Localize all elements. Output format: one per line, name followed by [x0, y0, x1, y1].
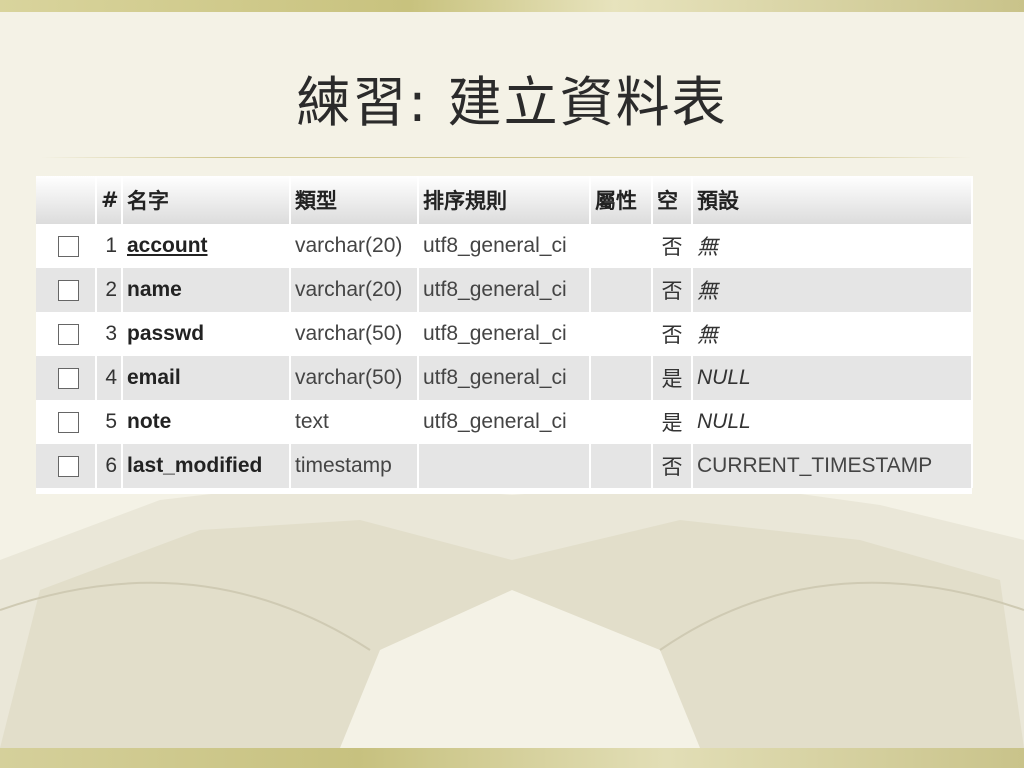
- structure-table: # 名字 類型 排序規則 屬性 空 預設 1 account varchar(2…: [36, 176, 973, 488]
- field-type: varchar(20): [290, 268, 419, 312]
- row-checkbox[interactable]: [58, 455, 79, 477]
- field-null: 否: [652, 312, 693, 356]
- field-attributes: [590, 312, 653, 356]
- field-null: 否: [652, 268, 693, 312]
- header-number: #: [96, 176, 123, 224]
- row-checkbox-cell: [36, 268, 97, 312]
- row-checkbox-cell: [36, 356, 97, 400]
- field-null: 否: [652, 224, 693, 268]
- structure-table-panel: # 名字 類型 排序規則 屬性 空 預設 1 account varchar(2…: [36, 176, 973, 494]
- field-type: varchar(50): [290, 356, 419, 400]
- field-null: 是: [652, 400, 693, 444]
- field-name-link[interactable]: account: [122, 224, 291, 268]
- row-checkbox-cell: [36, 312, 97, 356]
- map-background-decoration: [0, 480, 1024, 748]
- row-checkbox-cell: [36, 400, 97, 444]
- header-checkbox-col: [36, 176, 97, 224]
- title-divider: [40, 157, 972, 158]
- table-row: 5 note text utf8_general_ci 是 NULL: [36, 400, 973, 444]
- field-name: passwd: [122, 312, 291, 356]
- table-row: 1 account varchar(20) utf8_general_ci 否 …: [36, 224, 973, 268]
- field-null: 否: [652, 444, 693, 488]
- field-null: 是: [652, 356, 693, 400]
- field-collation: utf8_general_ci: [418, 224, 591, 268]
- field-default: 無: [692, 268, 973, 312]
- header-attributes[interactable]: 屬性: [590, 176, 653, 224]
- table-row: 2 name varchar(20) utf8_general_ci 否 無: [36, 268, 973, 312]
- header-collation[interactable]: 排序規則: [418, 176, 591, 224]
- field-name: email: [122, 356, 291, 400]
- slide-title: 練習: 建立資料表: [296, 71, 728, 134]
- row-number: 6: [96, 444, 123, 488]
- row-checkbox[interactable]: [58, 411, 79, 433]
- field-attributes: [590, 400, 653, 444]
- table-row: 6 last_modified timestamp 否 CURRENT_TIME…: [36, 444, 973, 488]
- field-attributes: [590, 356, 653, 400]
- field-type: varchar(50): [290, 312, 419, 356]
- header-row: # 名字 類型 排序規則 屬性 空 預設: [36, 176, 973, 224]
- field-collation: utf8_general_ci: [418, 268, 591, 312]
- field-default: CURRENT_TIMESTAMP: [692, 444, 973, 488]
- field-attributes: [590, 444, 653, 488]
- row-number: 5: [96, 400, 123, 444]
- row-number: 4: [96, 356, 123, 400]
- field-attributes: [590, 224, 653, 268]
- row-checkbox[interactable]: [58, 323, 79, 345]
- field-default: NULL: [692, 400, 973, 444]
- row-number: 1: [96, 224, 123, 268]
- field-collation: utf8_general_ci: [418, 400, 591, 444]
- field-default: NULL: [692, 356, 973, 400]
- field-attributes: [590, 268, 653, 312]
- header-default[interactable]: 預設: [692, 176, 973, 224]
- top-accent-bar: [0, 0, 1024, 12]
- row-checkbox[interactable]: [58, 367, 79, 389]
- header-null[interactable]: 空: [652, 176, 693, 224]
- header-type[interactable]: 類型: [290, 176, 419, 224]
- row-checkbox-cell: [36, 224, 97, 268]
- row-number: 3: [96, 312, 123, 356]
- header-name[interactable]: 名字: [122, 176, 291, 224]
- field-collation: utf8_general_ci: [418, 356, 591, 400]
- bottom-accent-bar: [0, 748, 1024, 768]
- row-checkbox[interactable]: [58, 279, 79, 301]
- field-name: name: [122, 268, 291, 312]
- field-collation: [418, 444, 591, 488]
- table-row: 4 email varchar(50) utf8_general_ci 是 NU…: [36, 356, 973, 400]
- table-row: 3 passwd varchar(50) utf8_general_ci 否 無: [36, 312, 973, 356]
- field-collation: utf8_general_ci: [418, 312, 591, 356]
- field-name: note: [122, 400, 291, 444]
- field-name: last_modified: [122, 444, 291, 488]
- row-number: 2: [96, 268, 123, 312]
- field-type: timestamp: [290, 444, 419, 488]
- field-type: varchar(20): [290, 224, 419, 268]
- row-checkbox-cell: [36, 444, 97, 488]
- field-default: 無: [692, 224, 973, 268]
- field-default: 無: [692, 312, 973, 356]
- row-checkbox[interactable]: [58, 235, 79, 257]
- field-type: text: [290, 400, 419, 444]
